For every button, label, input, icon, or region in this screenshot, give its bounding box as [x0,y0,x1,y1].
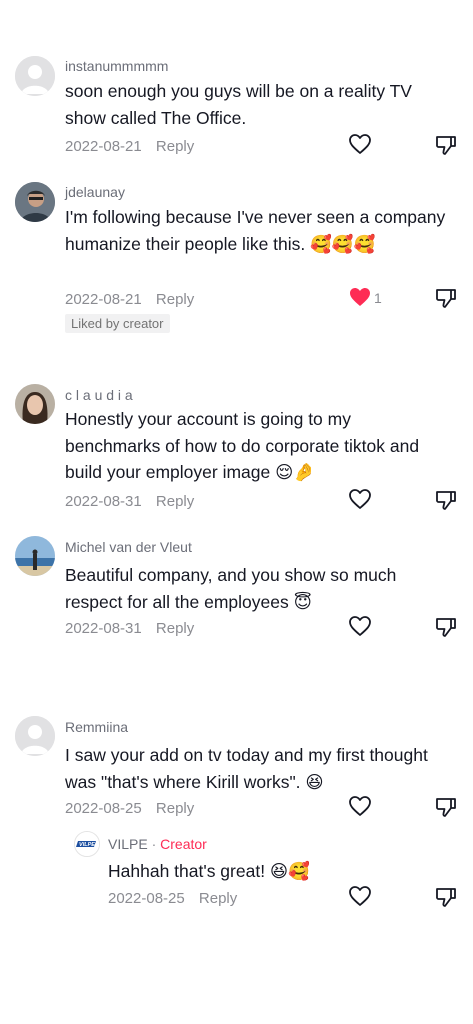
liked-by-creator-badge: Liked by creator [65,314,170,333]
avatar-placeholder[interactable] [15,716,55,756]
creator-reply-text: Hahhah that's great! 😆🥰 [108,861,310,881]
heart-outline-icon[interactable] [348,133,372,155]
creator-username[interactable]: VILPE [108,836,148,852]
comment-meta: 2022-08-25 Reply [65,800,194,817]
comment-text: soon enough you guys will be on a realit… [65,81,412,128]
comment-username[interactable]: c l a u d i a [65,387,133,403]
thumbs-down-icon[interactable] [434,885,458,909]
comment-date: 2022-08-31 [65,493,142,510]
user-photo-icon [15,384,55,424]
heart-outline-icon[interactable] [348,795,372,817]
heart-filled-icon[interactable] [348,286,372,308]
comment-meta: 2022-08-31 Reply [65,620,194,637]
comment-text: I'm following because I've never seen a … [65,207,446,254]
thumbs-down-icon[interactable] [434,615,458,639]
heart-outline-icon[interactable] [348,488,372,510]
reply-button[interactable]: Reply [156,620,194,637]
user-photo-icon [15,536,55,576]
separator-dot: · [151,836,157,852]
creator-username-line: VILPE · Creator [108,836,207,852]
creator-tag: Creator [160,836,207,852]
heart-outline-icon[interactable] [348,615,372,637]
reply-button[interactable]: Reply [156,138,194,155]
reply-button[interactable]: Reply [156,800,194,817]
comment-meta: 2022-08-21 Reply [65,291,194,308]
avatar[interactable] [15,536,55,576]
comment-text: Honestly your account is going to my ben… [65,409,420,482]
comment-meta: 2022-08-31 Reply [65,493,194,510]
user-photo-icon [15,182,55,222]
heart-outline-icon[interactable] [348,885,372,907]
comment-date: 2022-08-21 [65,138,142,155]
reply-button[interactable]: Reply [156,493,194,510]
comment-username[interactable]: Remmiina [65,719,128,735]
thumbs-down-icon[interactable] [434,286,458,310]
comment-username[interactable]: instanummmmm [65,58,168,74]
creator-avatar[interactable]: VILPE [74,831,100,857]
comment-text: Beautiful company, and you show so much … [65,565,397,612]
reply-button[interactable]: Reply [156,291,194,308]
like-count: 1 [374,290,382,306]
vilpe-logo-icon: VILPE [75,832,99,856]
reply-button[interactable]: Reply [199,890,237,907]
avatar[interactable] [15,384,55,424]
thumbs-down-icon[interactable] [434,795,458,819]
svg-text:VILPE: VILPE [79,842,95,848]
avatar-placeholder[interactable] [15,56,55,96]
thumbs-down-icon[interactable] [434,488,458,512]
default-avatar-icon [15,56,55,96]
thumbs-down-icon[interactable] [434,133,458,157]
comment-username[interactable]: Michel van der Vleut [65,539,192,555]
comment-date: 2022-08-31 [65,620,142,637]
creator-reply-meta: 2022-08-25 Reply [108,890,237,907]
comment-username[interactable]: jdelaunay [65,184,125,200]
default-avatar-icon [15,716,55,756]
comment-date: 2022-08-21 [65,291,142,308]
comment-meta: 2022-08-21 Reply [65,138,194,155]
avatar[interactable] [15,182,55,222]
comment-text: I saw your add on tv today and my first … [65,745,428,792]
creator-reply-date: 2022-08-25 [108,890,185,907]
comment-date: 2022-08-25 [65,800,142,817]
